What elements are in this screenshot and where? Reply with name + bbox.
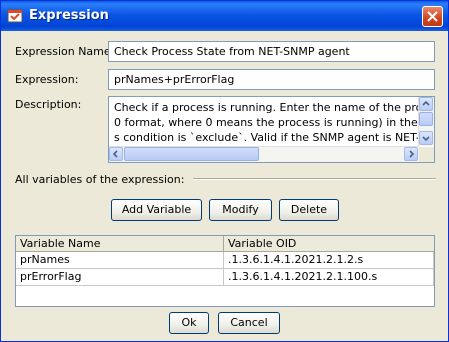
chevron-up-icon — [422, 100, 430, 106]
close-button[interactable] — [422, 6, 443, 27]
description-line: 0 format, where 0 means the process is r… — [114, 116, 418, 129]
add-variable-button[interactable]: Add Variable — [111, 199, 202, 221]
column-header-variable-name[interactable]: Variable Name — [16, 236, 224, 252]
vertical-scroll-thumb[interactable] — [419, 112, 433, 126]
section-divider — [193, 178, 436, 180]
horizontal-scrollbar[interactable] — [109, 146, 419, 162]
expression-dialog: Expression Expression Name: Check Proces… — [0, 0, 449, 342]
variables-section-label: All variables of the expression: — [15, 173, 185, 186]
scroll-corner — [419, 147, 434, 162]
expression-label: Expression: — [15, 73, 79, 86]
description-label: Description: — [15, 98, 82, 111]
app-icon — [7, 9, 23, 23]
chevron-down-icon — [422, 136, 430, 142]
variables-table[interactable]: Variable Name Variable OID prNames .1.3.… — [15, 235, 435, 307]
horizontal-scroll-thumb[interactable] — [124, 147, 259, 161]
description-line: Check if a process is running. Enter the… — [114, 101, 418, 114]
scroll-up-button[interactable] — [419, 97, 433, 111]
delete-button[interactable]: Delete — [279, 199, 339, 221]
modify-button[interactable]: Modify — [209, 199, 272, 221]
table-cell-oid[interactable]: .1.3.6.1.4.1.2021.2.1.2.s — [224, 252, 434, 269]
expression-name-label: Expression Name: — [15, 45, 115, 58]
description-line: s condition is `exclude`. Valid if the S… — [114, 131, 418, 144]
chevron-right-icon — [409, 150, 415, 158]
ok-button[interactable]: Ok — [169, 312, 209, 334]
scroll-left-button[interactable] — [109, 147, 123, 161]
vertical-scrollbar[interactable] — [418, 97, 434, 146]
scroll-down-button[interactable] — [419, 131, 433, 145]
cancel-button[interactable]: Cancel — [218, 312, 280, 334]
scroll-right-button[interactable] — [404, 147, 418, 161]
chevron-left-icon — [112, 150, 118, 158]
window-title: Expression — [29, 8, 109, 23]
description-textarea[interactable]: Check if a process is running. Enter the… — [108, 96, 435, 163]
title-bar[interactable]: Expression — [1, 1, 448, 31]
table-cell-name[interactable]: prNames — [16, 252, 224, 269]
table-cell-name[interactable]: prErrorFlag — [16, 269, 224, 286]
column-header-variable-oid[interactable]: Variable OID — [224, 236, 434, 252]
expression-field[interactable]: prNames+prErrorFlag — [108, 69, 435, 90]
close-icon — [427, 11, 438, 22]
description-text: Check if a process is running. Enter the… — [114, 100, 418, 145]
table-cell-oid[interactable]: .1.3.6.1.4.1.2021.2.1.100.s — [224, 269, 434, 286]
expression-name-field[interactable]: Check Process State from NET-SNMP agent — [108, 41, 435, 62]
